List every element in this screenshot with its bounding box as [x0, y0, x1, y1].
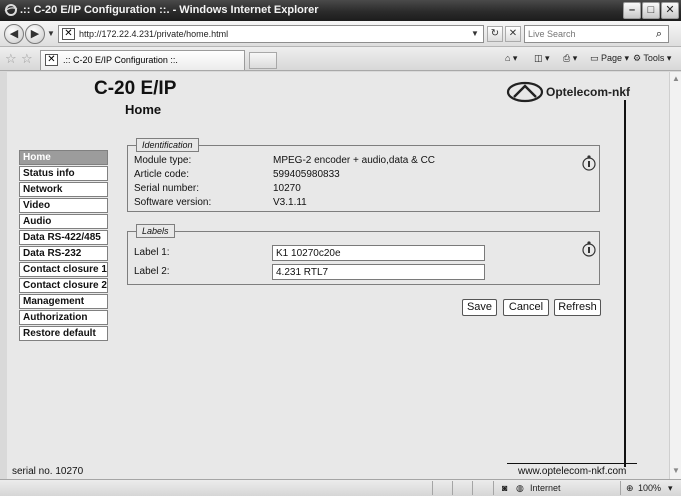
labels-legend: Labels: [136, 224, 175, 238]
serial-number-label: Serial number:: [134, 183, 200, 194]
footer-website: www.optelecom-nkf.com: [518, 466, 627, 477]
print-icon[interactable]: ⎙ ▾: [563, 53, 577, 64]
tools-menu-label[interactable]: Tools: [643, 53, 664, 63]
status-bar: ◙ ◍ Internet ⊕ 100% ▾: [0, 479, 681, 496]
software-version-label: Software version:: [134, 197, 212, 208]
menu-item-contact-closure-2[interactable]: Contact closure 2: [19, 278, 108, 293]
serial-number-value: 10270: [273, 183, 301, 194]
optelecom-logo-icon: [506, 81, 544, 103]
scroll-down-icon[interactable]: ▼: [672, 466, 680, 475]
product-title: C-20 E/IP: [94, 78, 177, 99]
address-dropdown-icon[interactable]: ▼: [469, 28, 481, 40]
menu-item-data-rs-422-485[interactable]: Data RS-422/485: [19, 230, 108, 245]
sidebar-menu: Home Status info Network Video Audio Dat…: [19, 150, 108, 342]
logo-divider-line: [624, 100, 626, 467]
page-heading: Home: [125, 102, 162, 117]
logo-text: Optelecom-nkf: [546, 85, 631, 99]
scroll-up-icon[interactable]: ▲: [672, 74, 680, 83]
tools-menu[interactable]: ⚙ Tools ▾: [633, 53, 671, 64]
stop-icon[interactable]: ✕: [505, 26, 521, 42]
feeds-icon[interactable]: ◫ ▾: [534, 53, 550, 64]
identification-panel: Identification Module type: MPEG-2 encod…: [127, 138, 600, 212]
close-button[interactable]: ✕: [661, 2, 679, 19]
identification-info-icon[interactable]: [580, 154, 598, 172]
menu-item-home[interactable]: Home: [19, 150, 108, 165]
identification-legend: Identification: [136, 138, 199, 152]
save-button[interactable]: Save: [462, 299, 497, 316]
refresh-page-icon[interactable]: ↻: [487, 26, 503, 42]
status-separator: [493, 481, 494, 495]
zoom-icon[interactable]: ⊕: [626, 483, 634, 494]
ie-logo-icon: [4, 4, 18, 16]
search-icon[interactable]: ⌕: [652, 27, 666, 41]
page-menu[interactable]: ▭ Page ▾: [590, 53, 629, 64]
status-separator: [432, 481, 433, 495]
menu-item-restore-default[interactable]: Restore default: [19, 326, 108, 341]
menu-item-status-info[interactable]: Status info: [19, 166, 108, 181]
article-code-label: Article code:: [134, 169, 190, 180]
tab-bar: ☆ ☆ ✕ .:: C-20 E/IP Configuration ::. ⌂ …: [0, 47, 681, 71]
label-1-input[interactable]: [272, 245, 485, 261]
status-separator: [452, 481, 453, 495]
zoom-level[interactable]: 100%: [638, 483, 661, 493]
menu-item-management[interactable]: Management: [19, 294, 108, 309]
module-type-label: Module type:: [134, 155, 192, 166]
footer-divider-line: [507, 463, 637, 464]
menu-item-video[interactable]: Video: [19, 198, 108, 213]
software-version-value: V3.1.11: [273, 197, 307, 208]
window-title: .:: C-20 E/IP Configuration ::. - Window…: [20, 4, 319, 16]
optelecom-logo: Optelecom-nkf: [506, 81, 666, 103]
forward-button[interactable]: ▶: [25, 24, 45, 44]
address-url[interactable]: http://172.22.4.231/private/home.html: [79, 29, 228, 39]
label-2-input[interactable]: [272, 264, 485, 280]
status-separator: [472, 481, 473, 495]
menu-item-authorization[interactable]: Authorization: [19, 310, 108, 325]
search-box[interactable]: ⌕: [524, 25, 669, 43]
search-input[interactable]: [528, 27, 640, 41]
label-2-label: Label 2:: [134, 266, 170, 277]
protected-mode-icon: ◙: [502, 483, 508, 493]
page-content: C-20 E/IP Home Optelecom-nkf Home Status…: [7, 72, 669, 479]
label-1-label: Label 1:: [134, 247, 170, 258]
address-bar[interactable]: ✕ http://172.22.4.231/private/home.html …: [58, 25, 484, 43]
minimize-button[interactable]: –: [623, 2, 641, 19]
cancel-button[interactable]: Cancel: [503, 299, 549, 316]
internet-zone-icon: ◍: [516, 483, 524, 493]
security-zone-label: Internet: [530, 483, 561, 493]
menu-item-audio[interactable]: Audio: [19, 214, 108, 229]
zoom-dropdown-icon[interactable]: ▾: [668, 483, 673, 494]
article-code-value: 599405980833: [273, 169, 340, 180]
home-icon[interactable]: ⌂ ▾: [505, 53, 517, 64]
labels-info-icon[interactable]: [580, 240, 598, 258]
window-title-bar: .:: C-20 E/IP Configuration ::. - Window…: [0, 0, 681, 21]
tab-favicon-icon: ✕: [45, 54, 58, 66]
new-tab-button[interactable]: [249, 52, 277, 69]
labels-panel: Labels Label 1: Label 2:: [127, 224, 600, 285]
footer-serial: serial no. 10270: [12, 466, 84, 477]
maximize-button[interactable]: □: [642, 2, 660, 19]
history-dropdown-icon[interactable]: ▼: [47, 29, 55, 38]
page-favicon-icon: ✕: [62, 28, 75, 40]
status-separator: [620, 481, 621, 495]
page-menu-label[interactable]: Page: [601, 53, 622, 63]
menu-item-network[interactable]: Network: [19, 182, 108, 197]
favorites-star-icon[interactable]: ☆: [5, 51, 17, 67]
menu-item-data-rs-232[interactable]: Data RS-232: [19, 246, 108, 261]
navigation-bar: ◀ ▶ ▼ ✕ http://172.22.4.231/private/home…: [0, 21, 681, 47]
tab-label: .:: C-20 E/IP Configuration ::.: [63, 55, 178, 65]
vertical-scrollbar[interactable]: ▲ ▼: [669, 72, 681, 479]
module-type-value: MPEG-2 encoder + audio,data & CC: [273, 155, 436, 166]
menu-item-contact-closure-1[interactable]: Contact closure 1: [19, 262, 108, 277]
back-button[interactable]: ◀: [4, 24, 24, 44]
add-favorites-icon[interactable]: ☆: [21, 51, 33, 67]
tab-current[interactable]: ✕ .:: C-20 E/IP Configuration ::.: [40, 50, 245, 70]
refresh-button[interactable]: Refresh: [554, 299, 601, 316]
